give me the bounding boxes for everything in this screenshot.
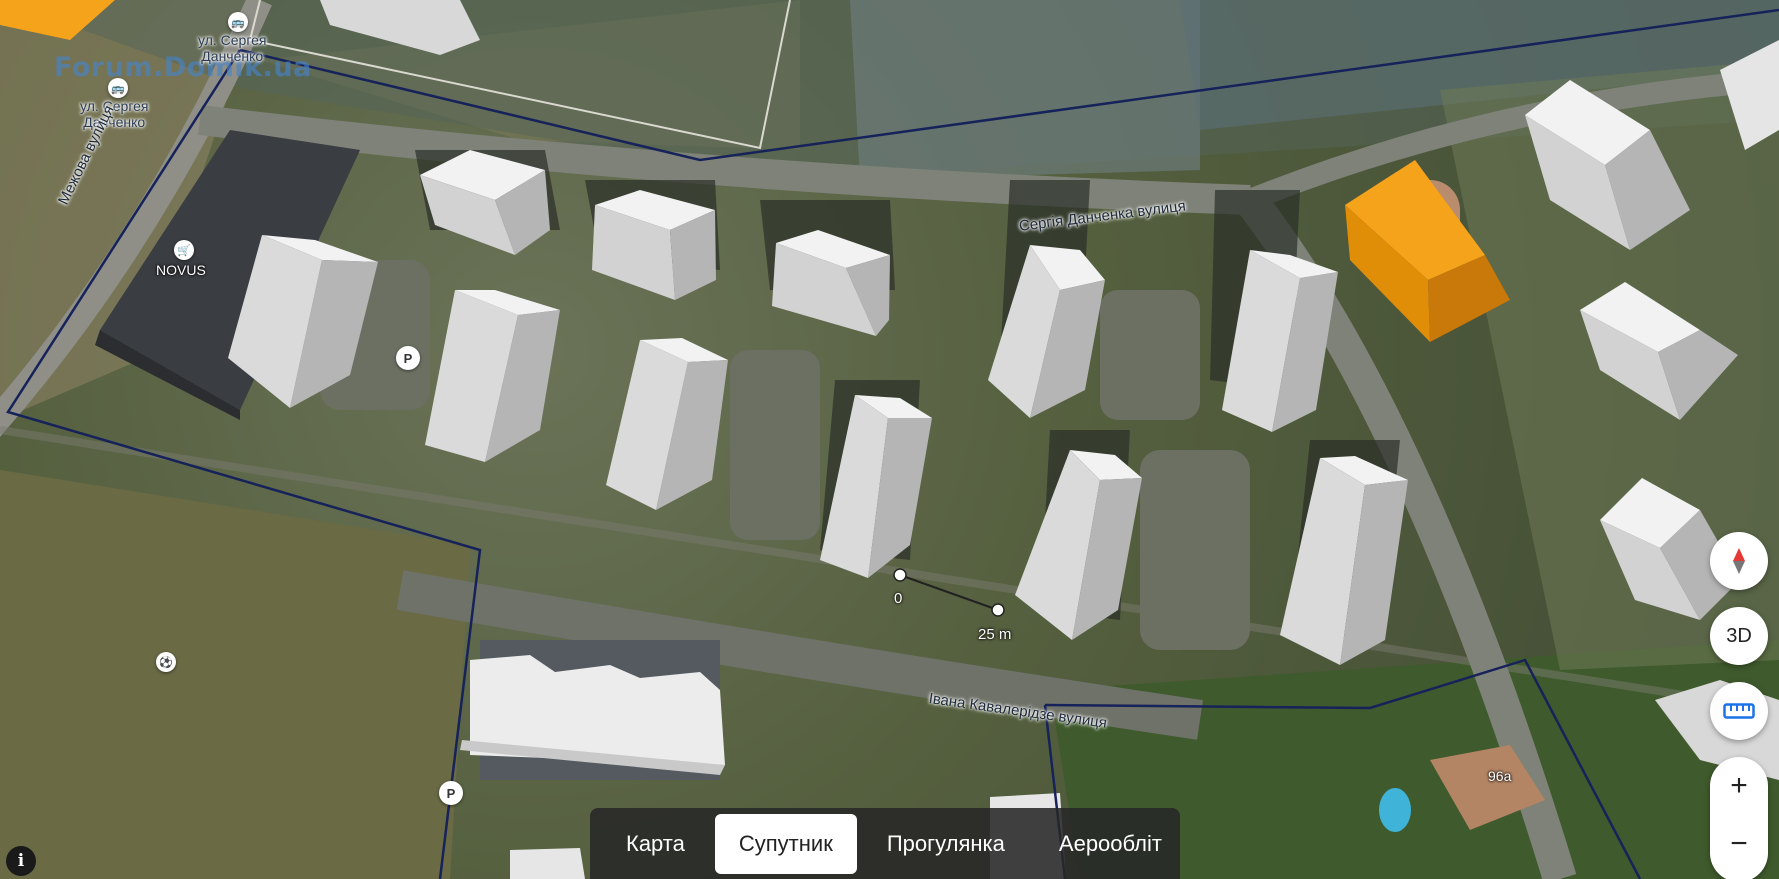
ruler-button[interactable] <box>1710 682 1768 740</box>
mode-satellite-tab[interactable]: Супутник <box>714 814 857 874</box>
zoom-in-button[interactable]: + <box>1710 757 1768 815</box>
zoom-control: + − <box>1710 757 1768 879</box>
address-label: 96а <box>1488 768 1512 784</box>
mode-flyover-tab[interactable]: Аерообліт <box>1035 814 1186 874</box>
satellite-map[interactable]: Forum.Domik.ua 🚌 ул. Сергея Данченко 🚌 у… <box>0 0 1779 879</box>
info-button[interactable]: i <box>6 846 36 876</box>
building <box>606 338 728 510</box>
view-3d-button[interactable]: 3D <box>1710 607 1768 665</box>
parking-area <box>730 350 820 540</box>
watermark-text: Forum.Domik.ua <box>54 52 312 83</box>
pool <box>1379 788 1411 832</box>
map-canvas <box>0 0 1779 879</box>
shopping-cart-icon[interactable]: 🛒 <box>174 240 194 260</box>
building <box>425 290 560 462</box>
garages <box>850 0 1200 180</box>
ruler-icon <box>1723 703 1755 719</box>
building <box>1015 450 1142 640</box>
mode-walk-tab[interactable]: Прогулянка <box>863 814 1029 874</box>
mode-map-tab[interactable]: Карта <box>602 814 709 874</box>
novus-label: NOVUS <box>156 262 206 278</box>
bus-stop-label-top: ул. Сергея Данченко <box>198 32 267 64</box>
bus-stop-icon[interactable]: 🚌 <box>108 78 128 98</box>
parking-icon[interactable]: P <box>396 346 420 370</box>
parking-icon[interactable]: P <box>439 781 463 805</box>
compass-icon <box>1733 548 1745 574</box>
sports-field <box>0 470 470 879</box>
bus-stop-icon[interactable]: 🚌 <box>228 12 248 32</box>
building <box>510 848 585 879</box>
building <box>1280 456 1408 665</box>
zoom-out-button[interactable]: − <box>1710 815 1768 873</box>
scale-end-label: 25 m <box>978 626 1012 643</box>
scale-start-label: 0 <box>894 590 903 607</box>
building <box>592 190 716 300</box>
map-mode-switcher: Карта Супутник Прогулянка Аерообліт <box>590 808 1180 879</box>
parking-area <box>1140 450 1250 650</box>
parking-area <box>1100 290 1200 420</box>
sports-icon[interactable]: ⚽ <box>156 652 176 672</box>
compass-button[interactable] <box>1710 532 1768 590</box>
